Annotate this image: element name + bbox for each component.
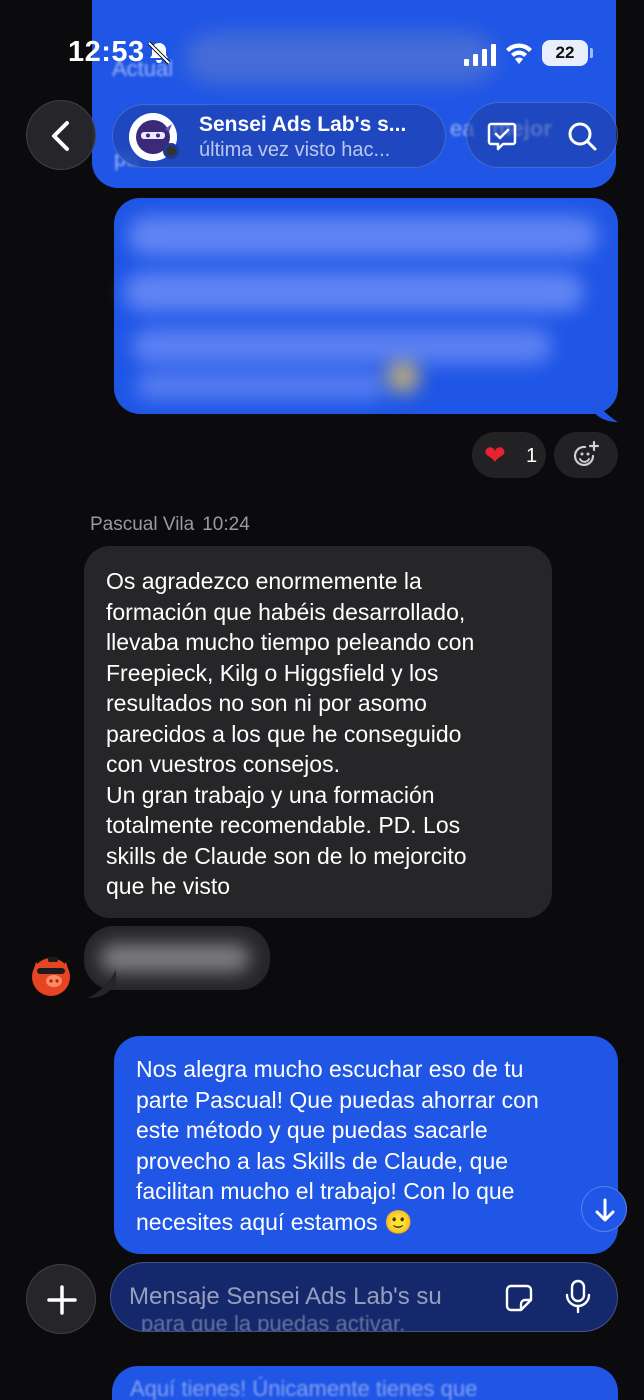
battery-indicator: 22 — [542, 40, 593, 66]
status-bar: 12:53 22 — [0, 0, 644, 100]
incoming-message-bubble[interactable]: Os agradezco enormemente la formación qu… — [84, 546, 552, 918]
message-text: Nos alegra mucho escuchar eso de tu part… — [136, 1056, 539, 1235]
redacted-outgoing-bubble — [114, 198, 618, 414]
contact-name: Sensei Ads Lab's s... — [199, 113, 407, 136]
signal-icon — [464, 44, 496, 66]
arrow-down-icon — [595, 1198, 615, 1222]
search-icon[interactable] — [565, 119, 599, 153]
message-input[interactable]: Mensaje Sensei Ads Lab's su — [129, 1283, 481, 1311]
bubble-tail — [88, 970, 116, 998]
smiley-plus-icon — [573, 440, 600, 467]
pig-avatar-icon — [32, 957, 70, 996]
remnant-text: para que la puedas activar. — [141, 1311, 406, 1332]
message-composer[interactable]: para que la puedas activar. Mensaje Sens… — [110, 1262, 618, 1332]
reaction-count: 1 — [526, 445, 538, 467]
add-reaction-button[interactable] — [554, 432, 618, 478]
heart-reaction[interactable]: ❤ 1 — [472, 432, 546, 478]
message-text: Os agradezco enormemente la formación qu… — [106, 568, 475, 899]
chevron-left-icon — [52, 121, 69, 151]
user-avatar — [24, 948, 78, 1002]
microphone-icon[interactable] — [563, 1279, 593, 1315]
contact-header[interactable]: Sensei Ads Lab's s... última vez visto h… — [112, 104, 446, 168]
attach-button[interactable] — [26, 1264, 96, 1334]
outgoing-message-bubble[interactable]: Nos alegra mucho escuchar eso de tu part… — [114, 1036, 618, 1254]
next-outgoing-bubble: Aquí tienes! Únicamente tienes que — [112, 1366, 618, 1400]
wifi-icon — [506, 43, 532, 64]
sender-name: Pascual Vila — [90, 514, 195, 535]
remnant-text: Aquí tienes! Únicamente tienes que — [130, 1376, 478, 1400]
back-button[interactable] — [26, 100, 96, 170]
contact-last-seen: última vez visto hac... — [199, 139, 391, 161]
redacted-area — [185, 32, 495, 84]
heart-icon: ❤ — [484, 440, 506, 470]
bell-muted-icon — [147, 41, 171, 65]
scroll-to-bottom-button[interactable] — [581, 1186, 627, 1232]
plus-icon — [47, 1285, 77, 1315]
sticker-icon[interactable] — [503, 1282, 535, 1314]
message-time: 10:24 — [202, 514, 250, 535]
presence-dot — [163, 143, 179, 159]
header-actions — [466, 102, 618, 168]
status-time: 12:53 — [68, 36, 145, 68]
verified-message-icon[interactable] — [485, 119, 519, 153]
bubble-tail — [590, 394, 618, 422]
sender-label: Pascual Vila 10:24 — [90, 514, 250, 536]
